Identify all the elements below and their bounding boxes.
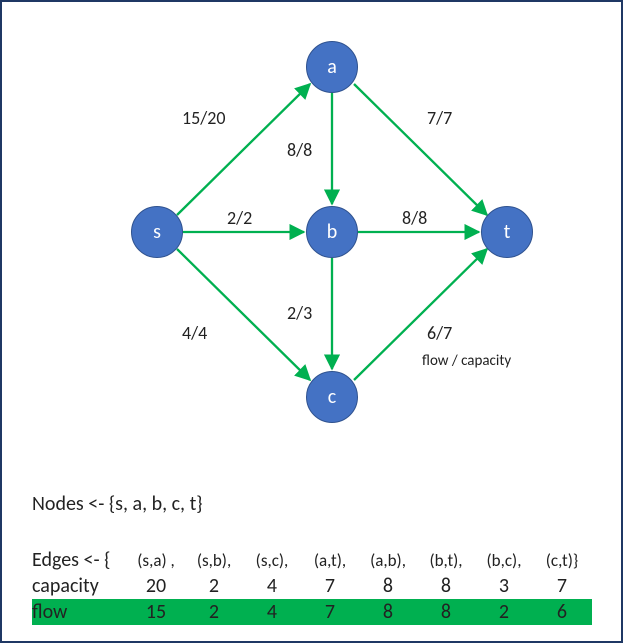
edges-list: (s,a) , (s,b), (s,c), (a,t), (a,b), (b,t… — [127, 550, 591, 571]
capacity-cell: 7 — [301, 574, 359, 598]
node-a-label: a — [327, 55, 337, 79]
edges-definition-row: Edges <- { (s,a) , (s,b), (s,c), (a,t), … — [32, 547, 591, 573]
edge-label-sa: 15/20 — [182, 107, 225, 129]
node-b-label: b — [327, 220, 338, 244]
capacity-cell: 3 — [475, 574, 533, 598]
edge-pair: (s,c), — [243, 550, 301, 571]
flow-cell: 7 — [301, 600, 359, 624]
edge-label-ct: 6/7 — [427, 322, 452, 344]
edge-label-ab: 8/8 — [287, 139, 312, 161]
flow-cell: 8 — [417, 600, 475, 624]
node-s-label: s — [153, 220, 161, 244]
flow-cell: 4 — [243, 600, 301, 624]
edge-label-at: 7/7 — [427, 107, 452, 129]
edge-pair: (a,t), — [301, 550, 359, 571]
edge-pair: (s,a) , — [127, 550, 185, 571]
flow-cell: 8 — [359, 600, 417, 624]
capacity-cell: 8 — [359, 574, 417, 598]
node-t-label: t — [504, 220, 511, 244]
node-t: t — [481, 206, 533, 258]
flow-row: flow 15 2 4 7 8 8 2 6 — [32, 599, 592, 625]
node-b: b — [306, 206, 358, 258]
node-c-label: c — [328, 385, 336, 409]
capacity-values: 20 2 4 7 8 8 3 7 — [127, 574, 591, 598]
flow-cell: 2 — [475, 600, 533, 624]
capacity-label: capacity — [32, 574, 127, 598]
capacity-cell: 8 — [417, 574, 475, 598]
flow-values: 15 2 4 7 8 8 2 6 — [127, 600, 591, 624]
diagram-frame: s a b c t 15/20 2/2 4/4 8/8 7/7 8/8 2/3 … — [0, 0, 623, 643]
edges-label: Edges <- { — [32, 548, 127, 572]
edge-pair: (b,t), — [417, 550, 475, 571]
capacity-row: capacity 20 2 4 7 8 8 3 7 — [32, 573, 591, 599]
edge-pair: (s,b), — [185, 550, 243, 571]
nodes-definition: Nodes <- {s, a, b, c, t} — [32, 492, 203, 516]
edge-pair: (b,c), — [475, 550, 533, 571]
flow-label: flow — [32, 600, 127, 624]
capacity-cell: 7 — [533, 574, 591, 598]
node-s: s — [131, 206, 183, 258]
node-c: c — [306, 371, 358, 423]
flow-cell: 6 — [533, 600, 591, 624]
edge-pair: (c,t)} — [533, 550, 591, 571]
graph-area: s a b c t 15/20 2/2 4/4 8/8 7/7 8/8 2/3 … — [2, 2, 623, 452]
edge-label-sc: 4/4 — [182, 322, 207, 344]
legend-text: flow / capacity — [422, 352, 511, 370]
flow-cell: 15 — [127, 600, 185, 624]
capacity-cell: 2 — [185, 574, 243, 598]
capacity-cell: 4 — [243, 574, 301, 598]
node-a: a — [306, 41, 358, 93]
edge-label-bc: 2/3 — [287, 302, 312, 324]
edge-pair: (a,b), — [359, 550, 417, 571]
capacity-cell: 20 — [127, 574, 185, 598]
edge-label-bt: 8/8 — [402, 207, 427, 229]
flow-cell: 2 — [185, 600, 243, 624]
edge-label-sb: 2/2 — [227, 207, 252, 229]
